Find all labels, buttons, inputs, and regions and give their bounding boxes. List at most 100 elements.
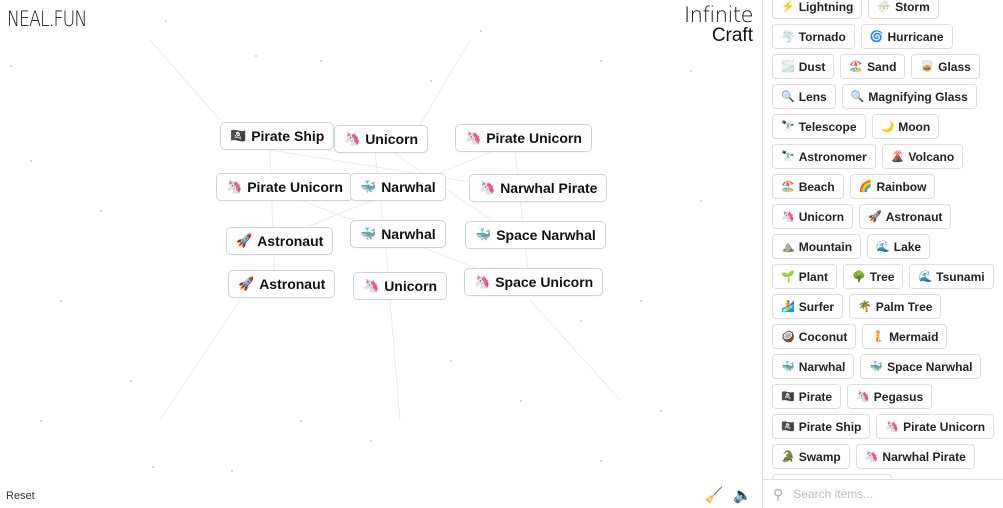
sidebar-item[interactable]: 🌊 Lake <box>867 234 931 259</box>
item-label: Palm Tree <box>875 299 933 314</box>
sidebar-item[interactable]: ⛰️ Mountain <box>772 234 862 259</box>
item-emoji-icon: 🚀 <box>868 211 882 223</box>
item-emoji-icon: 🌳 <box>852 271 866 283</box>
sidebar-item[interactable]: ⛈️ Storm <box>868 0 939 19</box>
item-emoji-icon: 🏴‍☠️ <box>781 391 795 403</box>
item-emoji-icon: 🧜 <box>871 331 886 343</box>
item-label: Glass <box>938 59 971 74</box>
sidebar-item[interactable]: 🐳 Narwhal <box>772 354 855 379</box>
canvas-tools: 🧹 🔈 <box>705 486 752 504</box>
item-emoji-icon: 🦄 <box>344 131 361 146</box>
item-emoji-icon: ⚡ <box>781 1 795 13</box>
sidebar-item[interactable]: 🌳 Tree <box>843 264 904 289</box>
items-sidebar: ⚡ Lightning ⛈️ Storm 🌪️ Tornado 🌀 Hurricane 🌫️ Du… <box>762 0 1003 508</box>
sidebar-item[interactable]: 🔍 Lens <box>772 84 836 109</box>
sidebar-item[interactable]: 🦄 Unicorn <box>772 204 854 229</box>
canvas-item[interactable]: 🚀 Astronaut <box>228 270 336 298</box>
item-emoji-icon: 🌊 <box>876 241 890 253</box>
item-emoji-icon: 🦄 <box>474 274 491 289</box>
sidebar-item[interactable]: 🚀 Astronaut <box>859 204 952 229</box>
sidebar-item[interactable]: 🦄 Pegasus <box>847 384 933 409</box>
search-input[interactable] <box>791 486 976 502</box>
sidebar-item[interactable]: 🧜 Mermaid <box>862 324 948 349</box>
sidebar-item[interactable]: 🌊 Tsunami <box>909 264 994 289</box>
item-label: Pirate Unicorn <box>903 419 986 434</box>
sidebar-item[interactable]: 🌱 Plant <box>772 264 838 289</box>
item-label: Tree <box>869 269 895 284</box>
canvas-item[interactable]: 🦄 Unicorn <box>334 125 429 153</box>
canvas-item[interactable]: 🦄 Narwhal Pirate <box>469 174 608 202</box>
item-emoji-icon: 🐊 <box>781 451 795 463</box>
canvas-item[interactable]: 🦄 Pirate Unicorn <box>216 173 353 201</box>
item-label: Astronaut <box>257 233 324 249</box>
item-emoji-icon: 🌙 <box>880 121 895 133</box>
canvas-item[interactable]: 🚀 Astronaut <box>226 227 334 255</box>
item-emoji-icon: 🦄 <box>226 179 243 194</box>
crafting-canvas[interactable]: NEAL.FUN Infinite Craft 🏴‍☠️ Pirate Ship 🦄… <box>0 0 762 508</box>
sidebar-item[interactable]: 🌫️ Dust <box>772 54 835 79</box>
sidebar-item[interactable]: 🌀 Hurricane <box>860 24 953 49</box>
sidebar-item[interactable]: ⚡ Lightning <box>772 0 863 19</box>
item-emoji-icon: 🦄 <box>465 130 482 145</box>
item-emoji-icon: ⛈️ <box>877 1 892 13</box>
sidebar-item[interactable]: 🐊 Swamp <box>772 444 850 469</box>
sidebar-item[interactable]: 🌙 Moon <box>871 114 940 139</box>
item-emoji-icon: 🌴 <box>858 301 872 313</box>
sidebar-item[interactable]: 🏖️ Beach <box>772 174 844 199</box>
item-label: Telescope <box>798 119 857 134</box>
item-label: Astronaut <box>259 276 326 292</box>
item-label: Swamp <box>798 449 841 464</box>
item-label: Tsunami <box>936 269 985 284</box>
sidebar-item[interactable]: 🔭 Astronomer <box>772 144 876 169</box>
sidebar-item[interactable]: 🌪️ Tornado <box>772 24 855 49</box>
item-label: Narwhal <box>798 359 846 374</box>
canvas-item[interactable]: 🦄 Pirate Unicorn <box>455 124 592 152</box>
item-label: Dust <box>798 59 826 74</box>
sidebar-item[interactable]: 🥥 Coconut <box>772 324 857 349</box>
sidebar-item[interactable]: 🏴‍☠️ Pirate Ship <box>772 414 871 439</box>
sidebar-item[interactable]: 🦄 Narwhal Pirate <box>855 444 975 469</box>
item-label: Beach <box>798 179 835 194</box>
item-emoji-icon: 🦄 <box>864 451 879 463</box>
item-label: Narwhal Pirate <box>882 449 966 464</box>
item-emoji-icon: 🐳 <box>869 361 884 373</box>
canvas-item[interactable]: 🦄 Space Unicorn <box>464 268 604 296</box>
clean-broom-icon[interactable]: 🧹 <box>705 486 724 504</box>
item-emoji-icon: 🔭 <box>781 151 795 163</box>
item-label: Hurricane <box>887 29 944 44</box>
item-emoji-icon: 🐳 <box>475 227 492 242</box>
item-emoji-icon: 🔍 <box>850 91 865 103</box>
canvas-item[interactable]: 🐳 Space Narwhal <box>465 221 606 249</box>
search-icon: ⚲ <box>773 485 784 502</box>
item-emoji-icon: 🔍 <box>781 91 795 103</box>
sidebar-item[interactable]: 🌈 Rainbow <box>849 174 936 199</box>
neal-fun-logo[interactable]: NEAL.FUN <box>7 7 87 31</box>
sidebar-item[interactable]: 🏖️ Sand <box>840 54 906 79</box>
sidebar-item[interactable]: 🐳 Space Narwhal <box>860 354 982 379</box>
sidebar-item[interactable]: 🏄 Surfer <box>772 294 844 319</box>
canvas-item[interactable]: 🦄 Unicorn <box>353 272 448 300</box>
item-label: Surfer <box>798 299 835 314</box>
canvas-item[interactable]: 🐳 Narwhal <box>350 173 446 201</box>
item-emoji-icon: 🦄 <box>363 278 380 293</box>
item-label: Unicorn <box>384 278 438 294</box>
canvas-item[interactable]: 🏴‍☠️ Pirate Ship <box>220 122 335 150</box>
item-label: Space Narwhal <box>496 227 596 243</box>
sidebar-item[interactable]: 🔭 Telescope <box>772 114 866 139</box>
item-label: Magnifying Glass <box>868 89 968 104</box>
sidebar-item[interactable]: 🥃 Glass <box>911 54 980 79</box>
sidebar-item[interactable]: 🌋 Volcano <box>881 144 964 169</box>
item-label: Pirate Ship <box>798 419 862 434</box>
sidebar-item[interactable]: 🦄 Pirate Unicorn <box>876 414 995 439</box>
canvas-item[interactable]: 🐳 Narwhal <box>350 220 446 248</box>
item-emoji-icon: 🚀 <box>236 233 253 248</box>
item-label: Lightning <box>798 0 854 14</box>
item-label: Coconut <box>798 329 848 344</box>
sidebar-item[interactable]: 🌴 Palm Tree <box>849 294 942 319</box>
sound-icon[interactable]: 🔈 <box>733 486 752 504</box>
sidebar-item[interactable]: 🔍 Magnifying Glass <box>841 84 977 109</box>
item-emoji-icon: 🦄 <box>479 180 496 195</box>
reset-button[interactable]: Reset <box>6 490 35 502</box>
sidebar-item[interactable]: 🏴‍☠️ Pirate <box>772 384 842 409</box>
sidebar-item-list: ⚡ Lightning ⛈️ Storm 🌪️ Tornado 🌀 Hurricane 🌫️ Du… <box>772 0 1000 499</box>
